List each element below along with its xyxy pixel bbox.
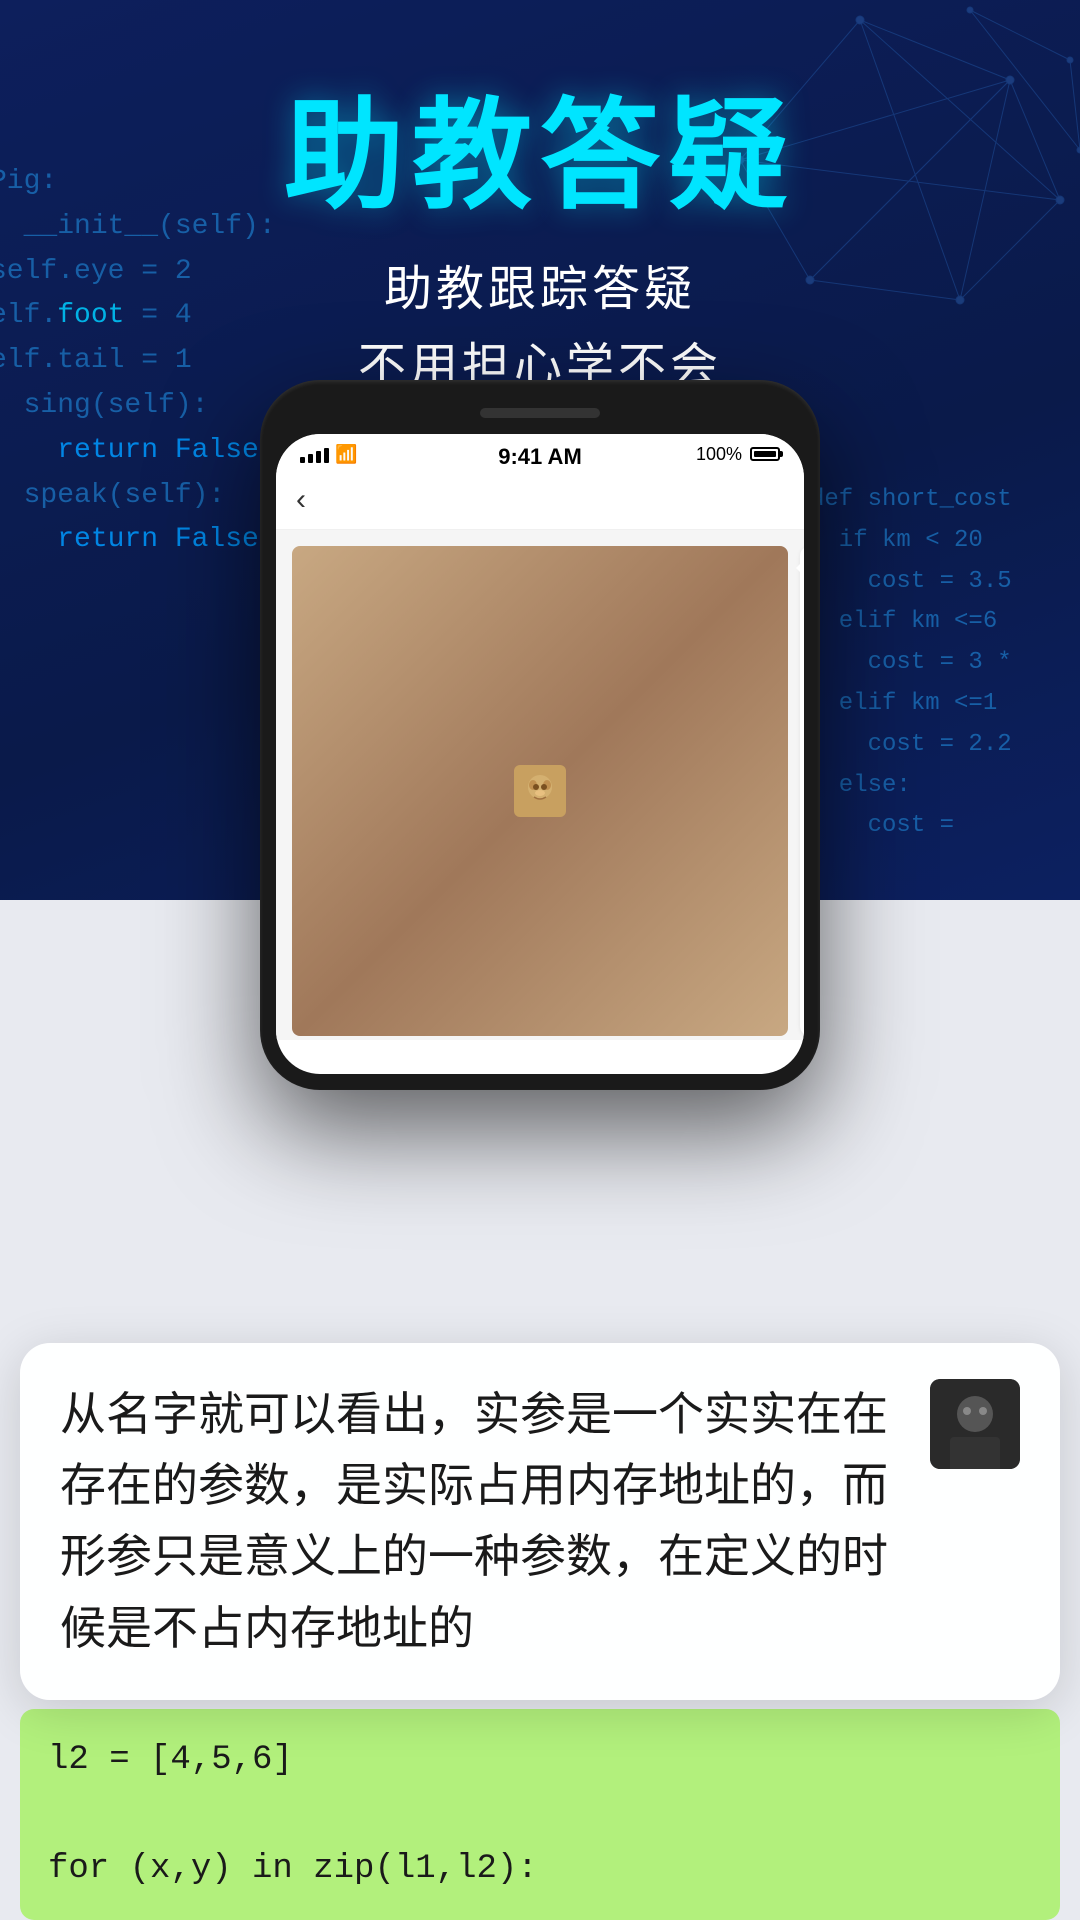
battery-icon <box>750 447 780 461</box>
title-section: 助教答疑 助教跟踪答疑 不用担心学不会 <box>0 90 1080 406</box>
green-code-bubble: l2 = [4,5,6] for (x,y) in zip(l1,l2): <box>20 1709 1060 1920</box>
status-left: 📶 <box>300 444 357 465</box>
phone-notch <box>276 396 804 430</box>
big-bubble-overlay: 从名字就可以看出，实参是一个实实在在存在的参数，是实际占用内存地址的，而形参只是… <box>20 1343 1060 1700</box>
code-line-1: l2 = [4,5,6] <box>48 1733 1032 1787</box>
status-right: 100% <box>696 444 780 465</box>
signal-icon <box>300 445 329 463</box>
main-title: 助教答疑 <box>0 90 1080 222</box>
message-row-1: 那这几项统一作为表中第一项存在，要怎么取到其中的一个呢 <box>292 546 788 1036</box>
chat-area: 那这几项统一作为表中第一项存在，要怎么取到其中的一个呢 4月19日 上午11:2… <box>276 530 804 1040</box>
subtitle-line1: 助教跟踪答疑 <box>0 252 1080 329</box>
phone-speaker <box>480 408 600 418</box>
code-background-right: def short_cost if km < 20 cost = 3.5 eli… <box>810 480 1080 847</box>
big-bubble-text: 从名字就可以看出，实参是一个实实在在存在的参数，是实际占用内存地址的，而形参只是… <box>60 1379 910 1664</box>
back-button[interactable]: ‹ <box>296 485 306 515</box>
battery-percent: 100% <box>696 444 742 465</box>
phone-frame: 📶 9:41 AM 100% ‹ <box>260 380 820 1090</box>
teacher-avatar <box>930 1379 1020 1469</box>
code-line-2 <box>48 1787 1032 1841</box>
message-bubble-1: 那这几项统一作为表中第一项存在，要怎么取到其中的一个呢 <box>800 546 804 1036</box>
status-bar: 📶 9:41 AM 100% <box>276 434 804 470</box>
battery-fill <box>754 451 776 457</box>
avatar-student-1 <box>292 546 788 1036</box>
phone-mockup: 📶 9:41 AM 100% ‹ <box>260 380 820 1090</box>
status-time: 9:41 AM <box>498 444 582 470</box>
wifi-icon: 📶 <box>335 444 357 465</box>
nav-bar: ‹ <box>276 470 804 530</box>
bottom-code-section: l2 = [4,5,6] for (x,y) in zip(l1,l2): <box>20 1709 1060 1920</box>
phone-screen: 📶 9:41 AM 100% ‹ <box>276 434 804 1074</box>
code-line-3: for (x,y) in zip(l1,l2): <box>48 1842 1032 1896</box>
